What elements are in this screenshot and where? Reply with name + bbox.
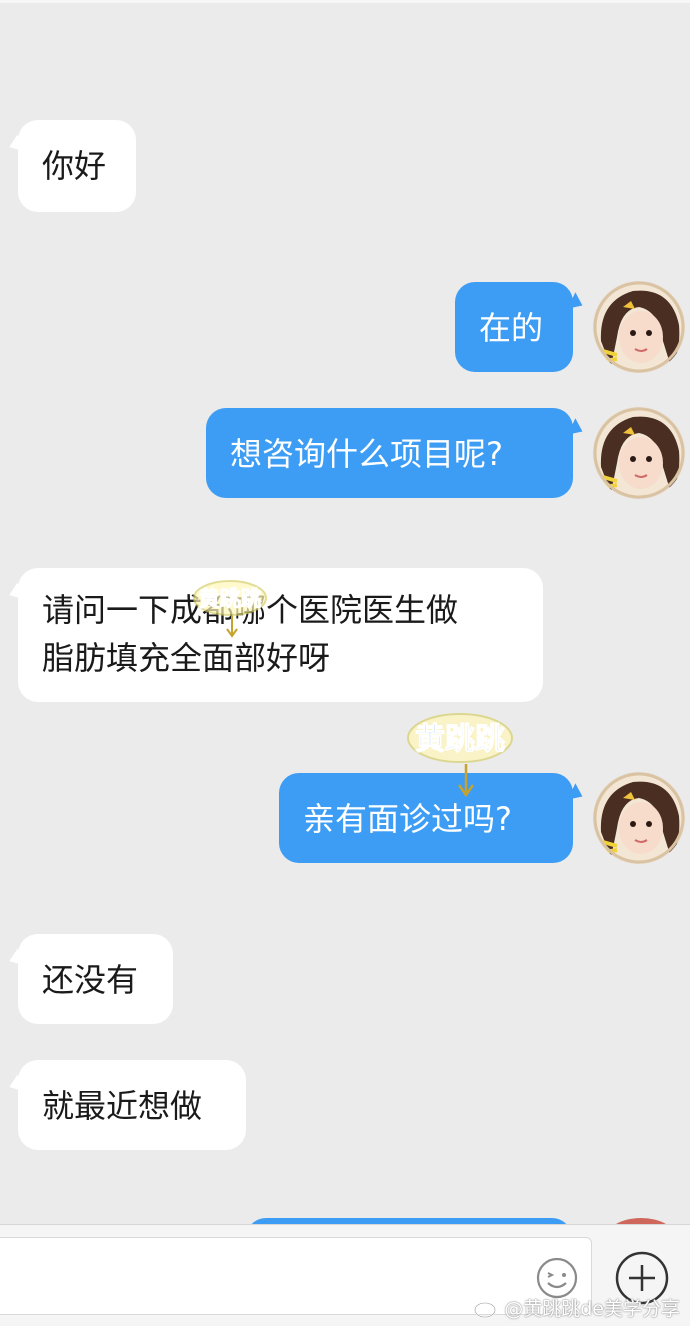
outgoing-message[interactable]: 想咨询什么项目呢?: [206, 408, 573, 498]
watermark-text: 黄跳跳: [415, 722, 505, 757]
message-text: 想咨询什么项目呢?: [230, 435, 503, 473]
avatar-image: [593, 772, 685, 864]
incoming-message[interactable]: 就最近想做: [18, 1060, 246, 1150]
message-text: 你好: [42, 147, 107, 185]
footer-watermark-text: @黄跳跳de美学分享: [504, 1298, 680, 1320]
input-bar: @黄跳跳de美学分享: [0, 1224, 690, 1326]
message-text: 亲有面诊过吗?: [303, 800, 512, 838]
weibo-icon: [474, 1298, 499, 1318]
top-divider: [0, 0, 690, 3]
incoming-message[interactable]: 请问一下成都哪个医院医生做 脂肪填充全面部好呀: [18, 568, 543, 702]
message-list[interactable]: 你好 在的 想咨询什么项目呢? 请问一下成都哪个医院医生做 脂肪填充全面部好呀 …: [0, 0, 690, 1224]
avatar-image: [593, 407, 685, 499]
incoming-message[interactable]: 你好: [18, 120, 136, 212]
message-text-line: 请问一下成都哪个医院医生做: [42, 591, 459, 629]
message-text: 就最近想做: [42, 1087, 203, 1125]
avatar[interactable]: [593, 407, 685, 499]
message-text: 还没有: [42, 961, 139, 999]
avatar[interactable]: [593, 281, 685, 373]
outgoing-message[interactable]: 亲有面诊过吗?: [279, 773, 573, 863]
message-text-line: 脂肪填充全面部好呀: [42, 639, 331, 677]
message-text: 在的: [479, 309, 544, 347]
chat-screen: 你好 在的 想咨询什么项目呢? 请问一下成都哪个医院医生做 脂肪填充全面部好呀 …: [0, 0, 690, 1326]
avatar[interactable]: [593, 772, 685, 864]
outgoing-message[interactable]: 在的: [455, 282, 573, 372]
smiley-icon[interactable]: [536, 1257, 578, 1299]
footer-watermark: @黄跳跳de美学分享: [474, 1294, 680, 1321]
avatar-image: [593, 281, 685, 373]
incoming-message[interactable]: 还没有: [18, 934, 173, 1024]
